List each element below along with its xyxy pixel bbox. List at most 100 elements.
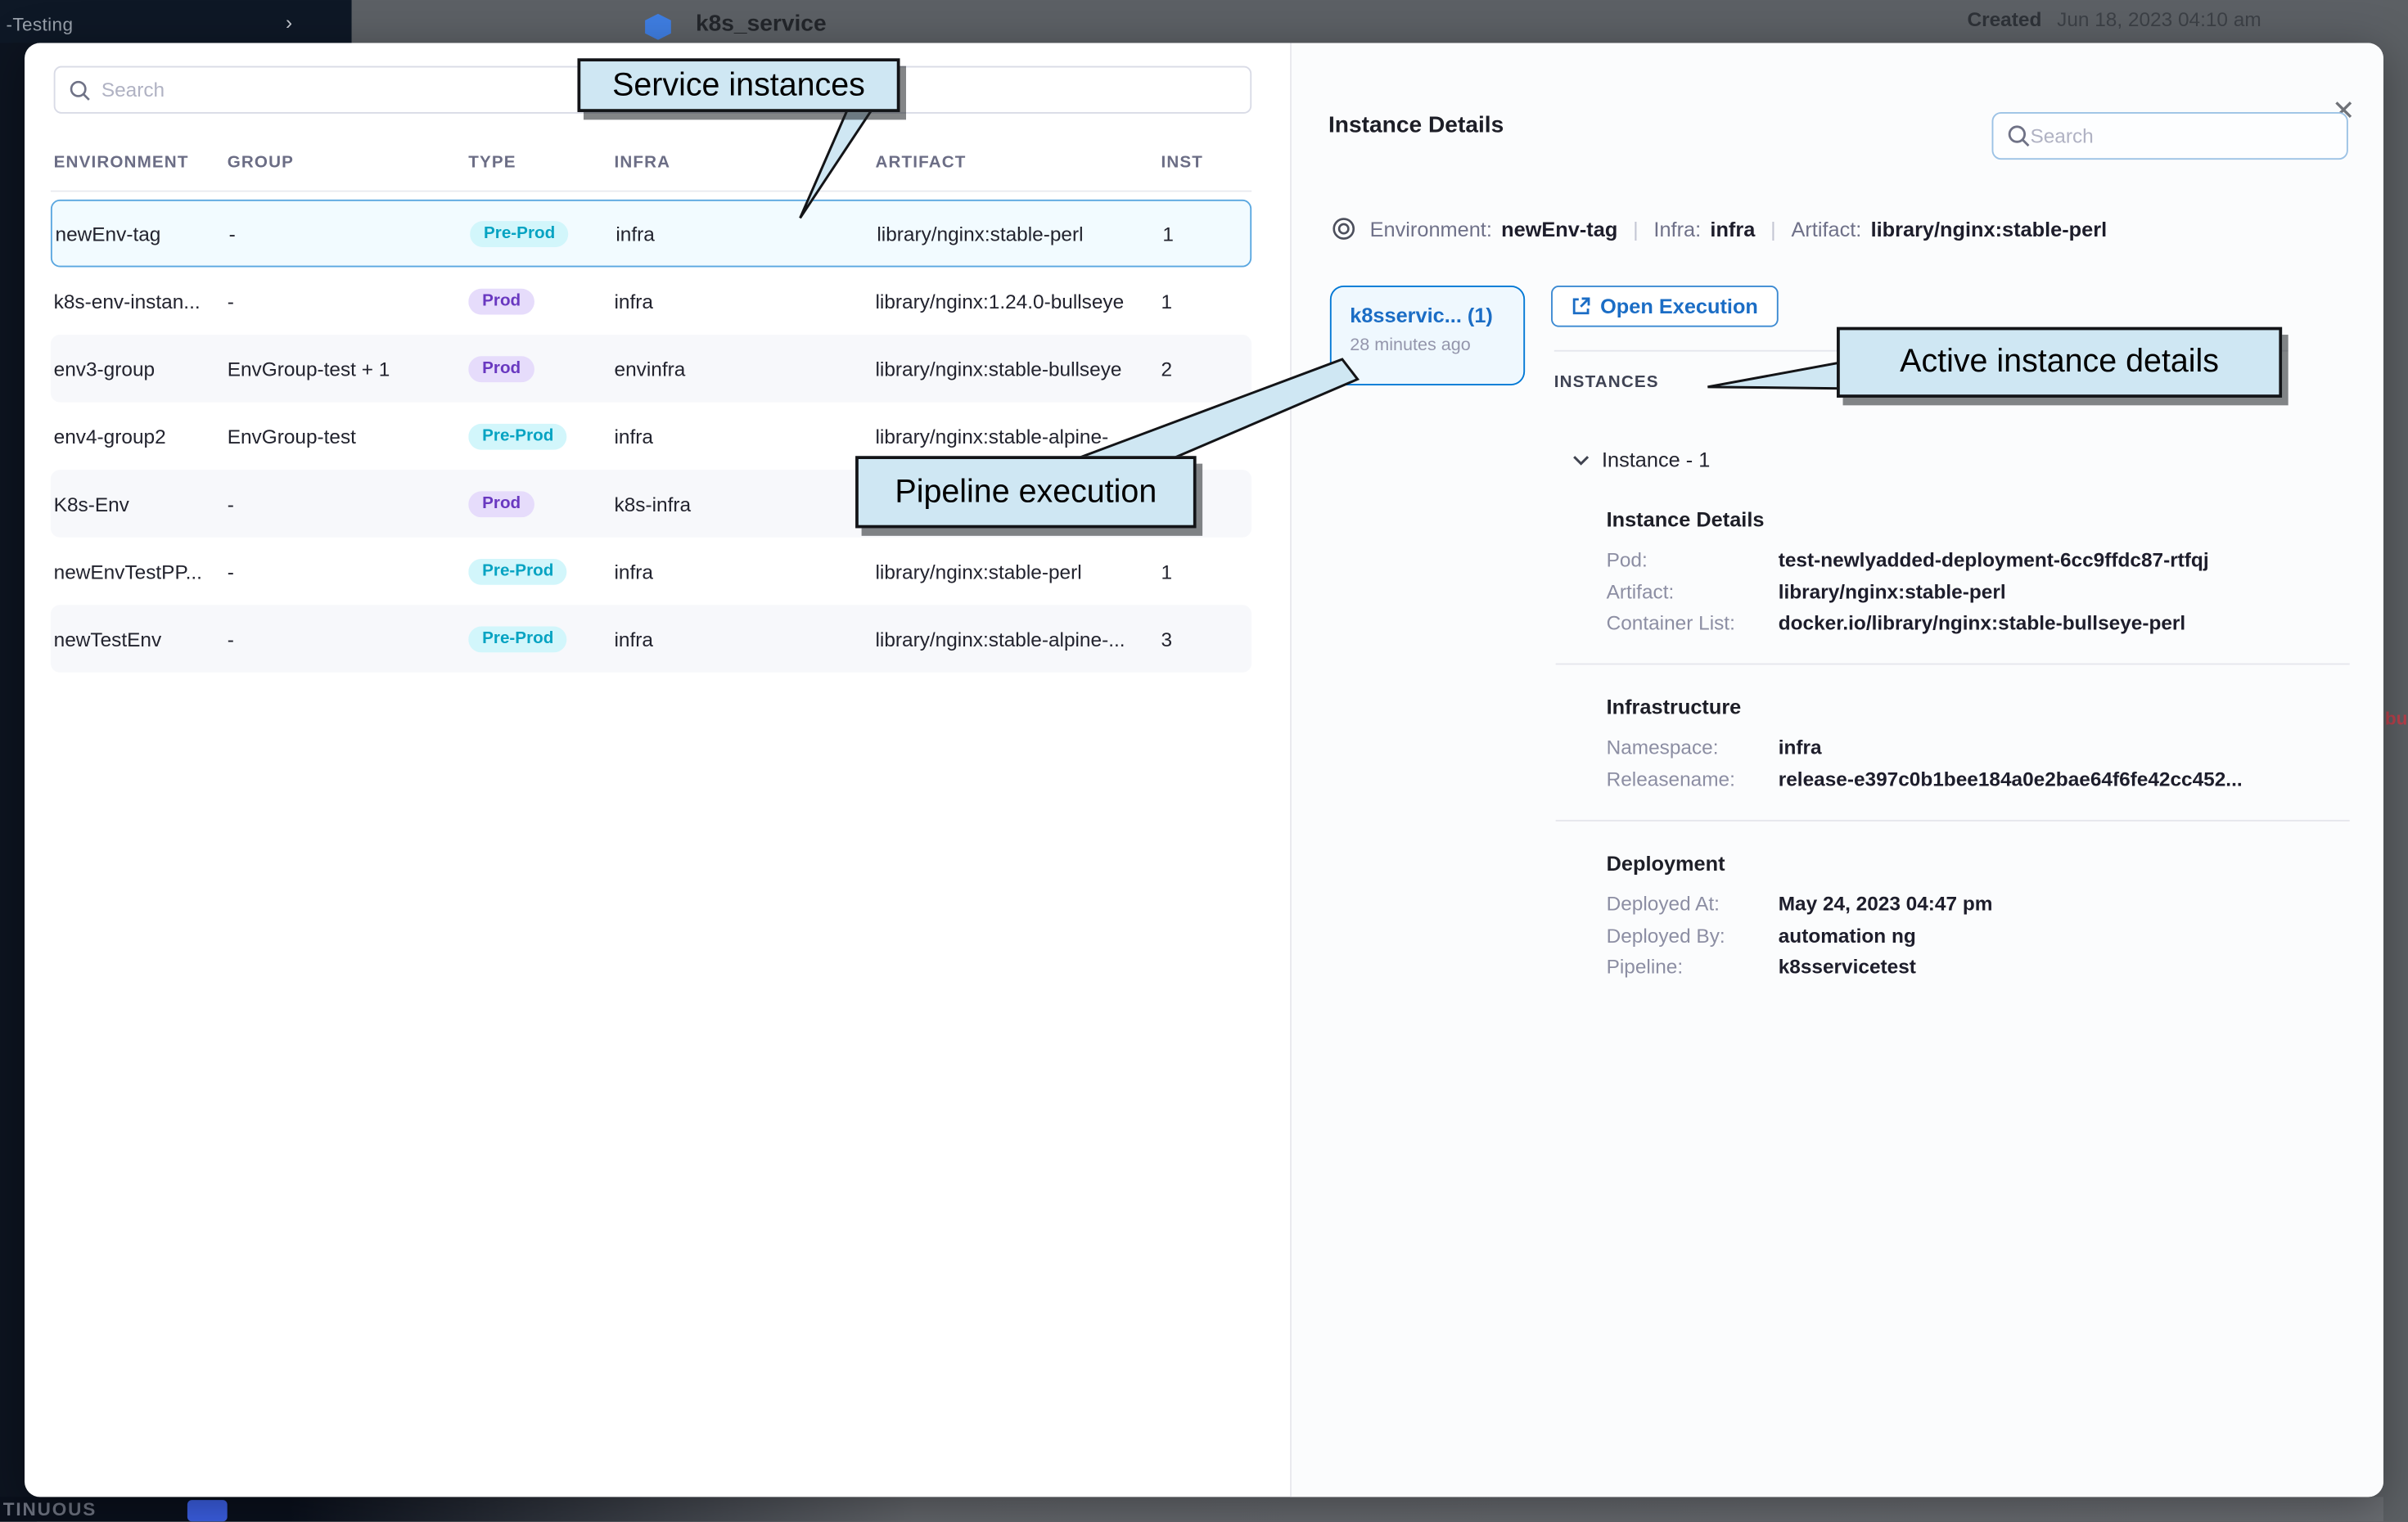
instance-accordion[interactable]: Instance - 1	[1572, 448, 1710, 471]
open-execution-label: Open Execution	[1600, 295, 1758, 317]
nav-breadcrumb-partial: -Testing	[7, 14, 74, 35]
cell-type: Prod	[468, 287, 614, 314]
kv-value: library/nginx:stable-perl	[1779, 577, 2006, 608]
bottom-bar	[0, 1497, 2408, 1521]
type-badge: Pre-Prod	[468, 423, 567, 449]
kv-label: Releasename:	[1607, 763, 1779, 795]
environment-label: Environment:	[1370, 217, 1492, 240]
cell-environment: k8s-env-instan...	[54, 290, 228, 313]
cell-group: -	[229, 222, 471, 245]
col-inst: INST	[1161, 154, 1251, 173]
artifact-value: library/nginx:stable-perl	[1871, 217, 2108, 240]
cell-environment: newEnv-tag	[56, 222, 229, 245]
cell-type: Pre-Prod	[468, 422, 614, 449]
pipeline-execution-card[interactable]: k8sservic... (1) 28 minutes ago	[1330, 286, 1525, 385]
open-execution-button[interactable]: Open Execution	[1551, 286, 1778, 327]
divider	[1556, 664, 2350, 665]
table-row[interactable]: newEnv-tag - Pre-Prod infra library/ngin…	[51, 200, 1251, 268]
type-badge: Prod	[468, 288, 534, 314]
cell-group: EnvGroup-test + 1	[228, 357, 469, 380]
cell-group: EnvGroup-test	[228, 425, 469, 448]
kv-label: Pod:	[1607, 545, 1779, 576]
annotation-service-instances: Service instances	[577, 58, 900, 112]
kv-value: infra	[1779, 732, 1822, 763]
cell-infra: envinfra	[615, 357, 876, 380]
kv-value: automation ng	[1779, 921, 1916, 952]
external-link-icon	[1571, 296, 1590, 316]
cell-infra: k8s-infra	[615, 492, 876, 515]
cell-artifact: library/nginx:1.24.0-bullseye	[875, 290, 1161, 313]
cell-infra: infra	[615, 290, 876, 313]
environment-value: newEnv-tag	[1501, 217, 1617, 240]
kv-label: Namespace:	[1607, 732, 1779, 763]
cell-group: -	[228, 290, 469, 313]
cell-group: -	[228, 560, 469, 583]
artifact-label: Artifact:	[1791, 217, 1861, 240]
cell-type: Pre-Prod	[470, 220, 616, 247]
cell-inst: 2	[1161, 357, 1251, 380]
search-icon	[2007, 124, 2030, 147]
cell-type: Pre-Prod	[468, 558, 614, 585]
section-heading: Infrastructure	[1607, 696, 2344, 718]
chevron-right-icon: ›	[286, 11, 292, 34]
cell-infra: infra	[616, 222, 877, 245]
table-row[interactable]: newTestEnv - Pre-Prod infra library/ngin…	[51, 605, 1251, 673]
kv-label: Container List:	[1607, 608, 1779, 639]
cell-environment: newTestEnv	[54, 627, 228, 650]
col-type: TYPE	[468, 154, 614, 173]
top-left-nav: -Testing ›	[0, 0, 352, 43]
cell-artifact: library/nginx:stable-perl	[875, 560, 1161, 583]
cell-type: Prod	[468, 355, 614, 382]
chevron-down-icon	[1572, 453, 1590, 466]
col-infra: INFRA	[615, 154, 876, 173]
cell-infra: infra	[615, 425, 876, 448]
cell-inst: 1	[1161, 560, 1251, 583]
section-heading: Instance Details	[1607, 508, 2344, 531]
bottom-blue-badge	[187, 1500, 228, 1521]
service-instances-modal: ENVIRONMENT GROUP TYPE INFRA ARTIFACT IN…	[25, 43, 2383, 1497]
header-divider	[51, 191, 1251, 192]
screen: -Testing › k8s_service CreatedJun 18, 20…	[0, 0, 2408, 1521]
search-input[interactable]	[2030, 124, 2333, 147]
kv-value: k8sservicetest	[1779, 952, 1916, 983]
table-row[interactable]: env3-group EnvGroup-test + 1 Prod envinf…	[51, 335, 1251, 403]
kv-value: docker.io/library/nginx:stable-bullseye-…	[1779, 608, 2185, 639]
environment-icon	[1332, 217, 1356, 241]
infra-value: infra	[1710, 217, 1755, 240]
deployment-summary-row: Environment: newEnv-tag | Infra: infra |…	[1332, 217, 2107, 241]
cell-artifact: library/nginx:stable-perl	[877, 222, 1162, 245]
bottom-nav-label-partial: TINUOUS	[3, 1498, 97, 1520]
search-icon	[69, 79, 90, 101]
section-heading: Deployment	[1607, 852, 2344, 875]
cell-type: Pre-Prod	[468, 625, 614, 652]
type-badge: Prod	[468, 491, 534, 517]
cell-artifact: library/nginx:stable-alpine-	[875, 425, 1161, 448]
right-edge-strip	[2383, 0, 2408, 1521]
accordion-label: Instance - 1	[1602, 448, 1710, 471]
page-title: k8s_service	[696, 11, 827, 37]
right-edge-text-partial: bu	[2385, 708, 2408, 729]
annotation-active-instance-details: Active instance details	[1837, 327, 2282, 398]
created-timestamp: CreatedJun 18, 2023 04:10 am	[1968, 7, 2261, 30]
kv-value: test-newlyadded-deployment-6cc9ffdc87-rt…	[1779, 545, 2209, 576]
cell-infra: infra	[615, 627, 876, 650]
service-icon	[645, 14, 671, 40]
created-label: Created	[1968, 7, 2042, 30]
cell-group: -	[228, 627, 469, 650]
table-row[interactable]: k8s-env-instan... - Prod infra library/n…	[51, 267, 1251, 335]
instance-details-section: Instance Details Pod:test-newlyadded-dep…	[1607, 508, 2344, 639]
cell-artifact: library/nginx:stable-bullseye	[875, 357, 1161, 380]
col-artifact: ARTIFACT	[875, 154, 1161, 173]
type-badge: Prod	[468, 356, 534, 382]
cell-artifact: library/nginx:stable-alpine-...	[875, 627, 1161, 650]
type-badge: Pre-Prod	[468, 626, 567, 652]
col-group: GROUP	[228, 154, 469, 173]
cell-infra: infra	[615, 560, 876, 583]
table-row[interactable]: newEnvTestPP... - Pre-Prod infra library…	[51, 538, 1251, 606]
instances-section-label: INSTANCES	[1554, 373, 1659, 392]
execution-name: k8sservic... (1)	[1350, 304, 1523, 327]
separator: |	[1770, 217, 1776, 240]
kv-value: release-e397c0b1bee184a0e2bae64f6fe42cc4…	[1779, 763, 2243, 795]
instance-search[interactable]	[1992, 112, 2348, 160]
infrastructure-section: Infrastructure Namespace:infra Releasena…	[1607, 696, 2344, 795]
